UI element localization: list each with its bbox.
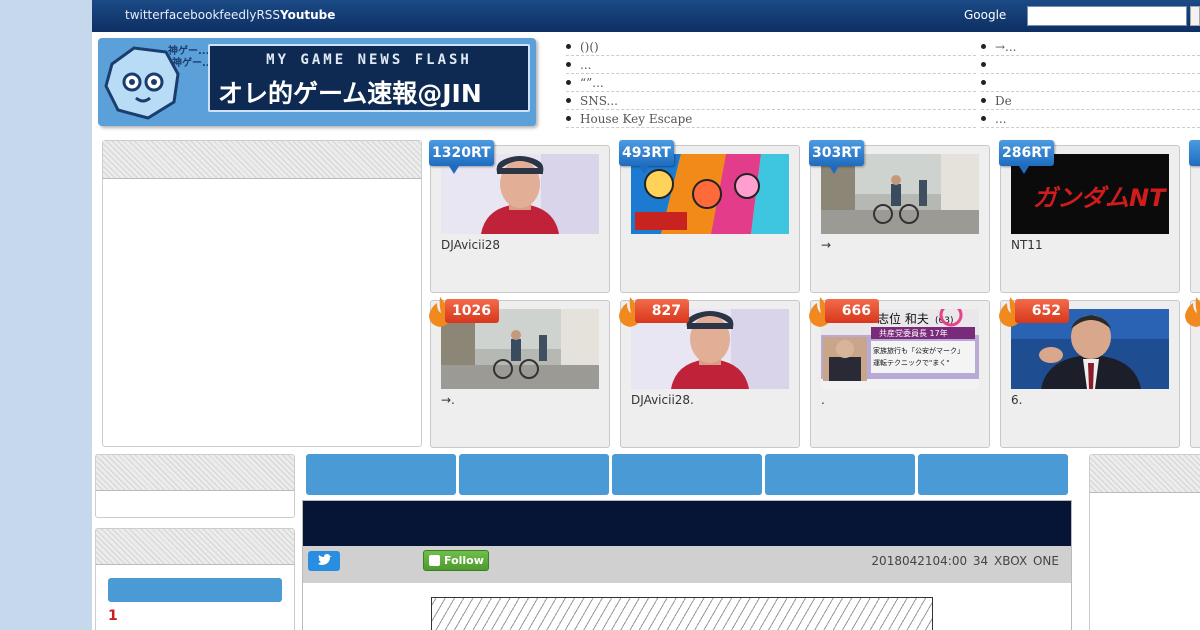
rt-count-badge: 1320RT (429, 140, 494, 174)
sidebar-tab-button[interactable] (108, 578, 282, 602)
hot-card[interactable]: 827 DJAvicii28. (617, 297, 800, 448)
article-title-bar[interactable] (303, 501, 1071, 546)
card-caption[interactable]: DJAvicii28 (441, 238, 500, 252)
anime-image (631, 154, 789, 234)
rt-count-badge: 303RT (809, 140, 864, 174)
category-tab[interactable] (459, 454, 609, 495)
rt-card[interactable] (1189, 140, 1200, 293)
article: Follow 2018042104:00 34 XBOX ONE (302, 500, 1072, 630)
header-links-right: →... De ... (981, 38, 1200, 128)
logo-japanese-title: オレ的ゲーム速報@JIN (218, 79, 482, 108)
box-header (1090, 455, 1200, 493)
card-caption[interactable]: . (821, 393, 825, 407)
logo-band: MY GAME NEWS FLASH オレ的ゲーム速報@JIN (208, 44, 530, 112)
header-link[interactable]: ... (566, 56, 976, 74)
top-bar: twitterfacebookfeedlyRSSYoutube Google (92, 0, 1200, 32)
header-link[interactable]: ()() (566, 38, 976, 56)
card-caption[interactable]: DJAvicii28. (631, 393, 694, 407)
ranking-side-box (102, 140, 422, 447)
rt-count-badge: 286RT (999, 140, 1054, 174)
logo-english-title: MY GAME NEWS FLASH (266, 52, 472, 68)
box-header (96, 455, 294, 491)
article-category[interactable]: XBOX ONE (994, 554, 1059, 568)
thumbnail[interactable] (441, 154, 599, 234)
article-meta-text: 2018042104:00 34 XBOX ONE (871, 554, 1059, 568)
rank-number: 1 (108, 608, 118, 624)
gundam-logo-image: ガンダムNT (1011, 154, 1169, 234)
rt-card[interactable]: ガンダムNT 286RT NT11 (999, 140, 1180, 293)
search-button[interactable] (1190, 6, 1200, 26)
sidebar-ranking-box: 1 (95, 528, 295, 630)
header-link[interactable]: →... (981, 38, 1200, 56)
rt-card[interactable]: 303RT → (809, 140, 990, 293)
header-link[interactable] (981, 56, 1200, 74)
box-header (103, 141, 421, 179)
site-logo[interactable]: 神ゲー... 神ゲー... MY GAME NEWS FLASH オレ的ゲーム速… (98, 38, 536, 126)
follow-label: Follow (444, 554, 484, 567)
hot-count: 1026 (445, 299, 499, 323)
rt-card[interactable]: 1320RT DJAvicii28 (429, 140, 610, 293)
hot-count: 827 (635, 299, 689, 323)
thumbnail[interactable]: ガンダムNT (1011, 154, 1169, 234)
header-links-left: ()() ... “”... SNS... House Key Escape (566, 38, 976, 128)
tweet-button[interactable] (308, 551, 340, 571)
feedly-link[interactable]: feedly (219, 8, 256, 22)
news-line: 家族旅行も「公安がマーク」 (873, 346, 964, 355)
header-link[interactable]: De (981, 92, 1200, 110)
rt-count-badge: 493RT (619, 140, 674, 174)
hot-card[interactable]: 志位 和夫 (63) 共産党委員長 17年 家族旅行も「公安がマーク」 運転テク… (807, 297, 990, 448)
header-link[interactable]: ... (981, 110, 1200, 128)
hot-card[interactable]: 652 6. (997, 297, 1180, 448)
youtube-link[interactable]: Youtube (280, 8, 335, 22)
gundam-title-text: ガンダムNT (1033, 184, 1167, 212)
fire-icon (1185, 297, 1200, 327)
street-image (821, 154, 979, 234)
category-tab[interactable] (306, 454, 456, 495)
news-line: 共産党委員長 17年 (879, 328, 948, 338)
feedly-icon (429, 555, 440, 566)
category-tab[interactable] (765, 454, 915, 495)
rss-link[interactable]: RSS (256, 8, 280, 22)
portrait-image (441, 154, 599, 234)
hot-card[interactable] (1185, 297, 1200, 448)
hot-count: 666 (825, 299, 879, 323)
card-caption[interactable]: →. (441, 393, 455, 407)
category-tab[interactable] (918, 454, 1068, 495)
news-line: 運転テクニックで"まく" (873, 358, 949, 367)
follow-button[interactable]: Follow (423, 550, 489, 571)
facebook-link[interactable]: facebook (165, 8, 220, 22)
thumbnail[interactable] (821, 154, 979, 234)
header-link[interactable]: SNS... (566, 92, 976, 110)
google-search-label: Google (964, 8, 1007, 22)
article-date: 2018042104:00 (871, 554, 968, 568)
search-input[interactable] (1027, 6, 1187, 26)
hot-count-badge: 827 (617, 297, 691, 327)
sidebar-box (95, 454, 295, 518)
header-link[interactable]: House Key Escape (566, 110, 976, 128)
box-header (96, 529, 294, 565)
card-caption[interactable]: NT11 (1011, 238, 1043, 252)
twitter-icon (318, 554, 332, 565)
article-meta-bar: Follow 2018042104:00 34 XBOX ONE (303, 546, 1071, 583)
hot-count: 652 (1015, 299, 1069, 323)
card-caption[interactable]: 6. (1011, 393, 1022, 407)
rt-count-badge (1189, 140, 1200, 166)
right-sidebar-box (1089, 454, 1200, 630)
header-link[interactable] (981, 74, 1200, 92)
header-link[interactable]: “”... (566, 74, 976, 92)
rt-card[interactable]: 493RT (619, 140, 800, 293)
hot-count-badge: 652 (997, 297, 1071, 327)
twitter-link[interactable]: twitter (125, 8, 165, 22)
page: twitterfacebookfeedlyRSSYoutube Google 神… (92, 0, 1200, 630)
article-image (431, 597, 933, 630)
comment-count[interactable]: 34 (973, 554, 988, 568)
hot-card[interactable]: 1026 →. (427, 297, 610, 448)
news-name: 志位 和夫 (877, 311, 929, 326)
category-tab[interactable] (612, 454, 762, 495)
hot-count-badge: 666 (807, 297, 881, 327)
hot-count-badge: 1026 (427, 297, 501, 327)
social-links: twitterfacebookfeedlyRSSYoutube (125, 8, 335, 22)
thumbnail[interactable] (631, 154, 789, 234)
card-caption[interactable]: → (821, 238, 831, 252)
